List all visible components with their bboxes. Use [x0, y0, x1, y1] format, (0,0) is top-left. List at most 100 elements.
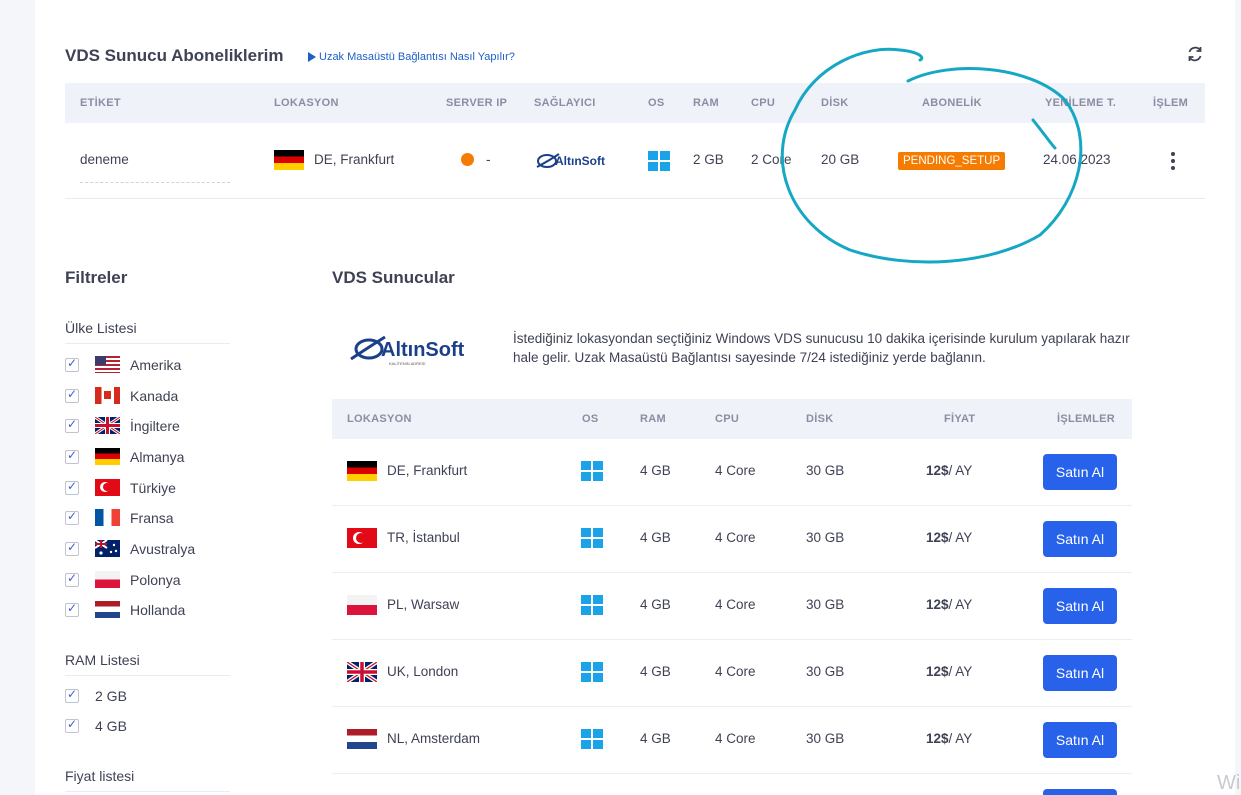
subscription-location: DE, Frankfurt: [314, 152, 395, 167]
uk-flag-icon: [95, 417, 120, 434]
help-link-label: Uzak Masaüstü Bağlantısı Nasıl Yapılır?: [319, 51, 515, 63]
server-location: DE, Frankfurt: [387, 463, 468, 478]
checkbox-checked[interactable]: [65, 356, 79, 372]
col-location: LOKASYON: [274, 97, 339, 109]
col-cpu: CPU: [715, 413, 740, 425]
checkbox-checked[interactable]: [65, 571, 79, 587]
country-list-title: Ülke Listesi: [65, 320, 137, 336]
col-ram: RAM: [693, 97, 719, 109]
checkbox-checked[interactable]: [65, 509, 79, 525]
australia-flag-icon: [95, 540, 120, 557]
server-price: 12$/ AY: [926, 530, 973, 545]
refresh-icon[interactable]: [1186, 45, 1206, 65]
windows-icon: [581, 595, 603, 615]
checkbox-checked[interactable]: [65, 687, 79, 703]
poland-flag-icon: [95, 571, 120, 588]
server-location: UK, London: [387, 664, 459, 679]
help-link[interactable]: Uzak Masaüstü Bağlantısı Nasıl Yapılır?: [308, 51, 515, 63]
col-os: OS: [648, 97, 665, 109]
turkey-flag-icon: [347, 528, 377, 548]
server-location: NL, Amsterdam: [387, 731, 481, 746]
server-disk: 30 GB: [806, 463, 845, 478]
country-list-divider: [65, 343, 230, 344]
col-ram: RAM: [640, 413, 666, 425]
buy-button[interactable]: Satın Al: [1043, 722, 1117, 758]
turkey-flag-icon: [95, 479, 120, 496]
netherlands-flag-icon: [347, 729, 377, 749]
country-label: Amerika: [130, 357, 182, 373]
country-label: Hollanda: [130, 602, 186, 618]
checkbox-checked[interactable]: [65, 601, 79, 617]
buy-button[interactable]: Satın Al: [1043, 454, 1117, 490]
server-cpu: 4 Core: [715, 530, 756, 545]
server-cpu: 4 Core: [715, 597, 756, 612]
country-label: Kanada: [130, 388, 179, 404]
uk-flag-icon: [347, 662, 377, 682]
col-server-ip: SERVER IP: [446, 97, 508, 109]
provider-logo-text: AltınSoft: [555, 154, 605, 168]
watermark-text: Wi: [1217, 772, 1241, 794]
status-dot-icon: [461, 153, 474, 166]
country-label: Avustralya: [130, 541, 196, 557]
buy-button[interactable]: Satın Al: [1043, 588, 1117, 624]
server-ram: 4 GB: [640, 664, 671, 679]
checkbox-checked[interactable]: [65, 387, 79, 403]
provider-logo: AltınSoft: [535, 148, 611, 174]
germany-flag-icon: [95, 448, 120, 465]
server-ram: 4 GB: [640, 463, 671, 478]
server-cpu: 4 Core: [715, 664, 756, 679]
server-location: PL, Warsaw: [387, 597, 460, 612]
country-label: Türkiye: [130, 480, 176, 496]
price-list-divider: [65, 791, 230, 792]
row-divider: [332, 773, 1132, 774]
france-flag-icon: [95, 509, 120, 526]
buy-button[interactable]: Satın Al: [1043, 521, 1117, 557]
server-location: TR, İstanbul: [387, 530, 460, 545]
server-disk: 30 GB: [806, 530, 845, 545]
row-divider: [332, 639, 1132, 640]
server-price: 12$/ AY: [926, 463, 973, 478]
server-cpu: 4 Core: [715, 463, 756, 478]
col-location: LOKASYON: [347, 413, 412, 425]
server-price: 12$/ AY: [926, 664, 973, 679]
germany-flag-icon: [274, 150, 304, 170]
subscription-label[interactable]: deneme: [80, 152, 129, 167]
label-underline: [80, 182, 230, 183]
col-price: FİYAT: [944, 413, 976, 425]
checkbox-checked[interactable]: [65, 417, 79, 433]
windows-icon: [648, 151, 670, 171]
ram-option-label: 4 GB: [95, 718, 127, 734]
server-price: 12$/ AY: [926, 597, 973, 612]
row-divider: [332, 572, 1132, 573]
ram-list-title: RAM Listesi: [65, 652, 140, 668]
country-label: Fransa: [130, 510, 174, 526]
annotation-circle: [780, 47, 1083, 264]
server-disk: 30 GB: [806, 597, 845, 612]
price-list-title: Fiyat listesi: [65, 768, 135, 784]
col-os: OS: [582, 413, 599, 425]
brand-logo: AltınSoft KALİTENİN ADRESİ: [347, 331, 477, 371]
ram-option-label: 2 GB: [95, 688, 127, 704]
buy-button[interactable]: Satın Al: [1043, 655, 1117, 691]
more-actions-icon[interactable]: [1170, 150, 1178, 172]
server-price: 12$/ AY: [926, 731, 973, 746]
subscriptions-title: VDS Sunucu Aboneliklerim: [65, 46, 284, 65]
checkbox-checked[interactable]: [65, 540, 79, 556]
filters-title: Filtreler: [65, 268, 128, 287]
checkbox-checked[interactable]: [65, 448, 79, 464]
checkbox-checked[interactable]: [65, 717, 79, 733]
brand-tagline: KALİTENİN ADRESİ: [389, 361, 425, 366]
subscription-ram: 2 GB: [693, 152, 724, 167]
server-disk: 30 GB: [806, 664, 845, 679]
col-label: ETİKET: [80, 97, 121, 109]
germany-flag-icon: [347, 461, 377, 481]
canada-flag-icon: [95, 387, 120, 404]
server-ram: 4 GB: [640, 530, 671, 545]
buy-button-partial[interactable]: [1043, 789, 1117, 795]
windows-icon: [581, 528, 603, 548]
usa-flag-icon: [95, 356, 120, 373]
server-disk: 30 GB: [806, 731, 845, 746]
col-action: İŞLEM: [1153, 97, 1189, 109]
country-label: Almanya: [130, 449, 185, 465]
checkbox-checked[interactable]: [65, 479, 79, 495]
